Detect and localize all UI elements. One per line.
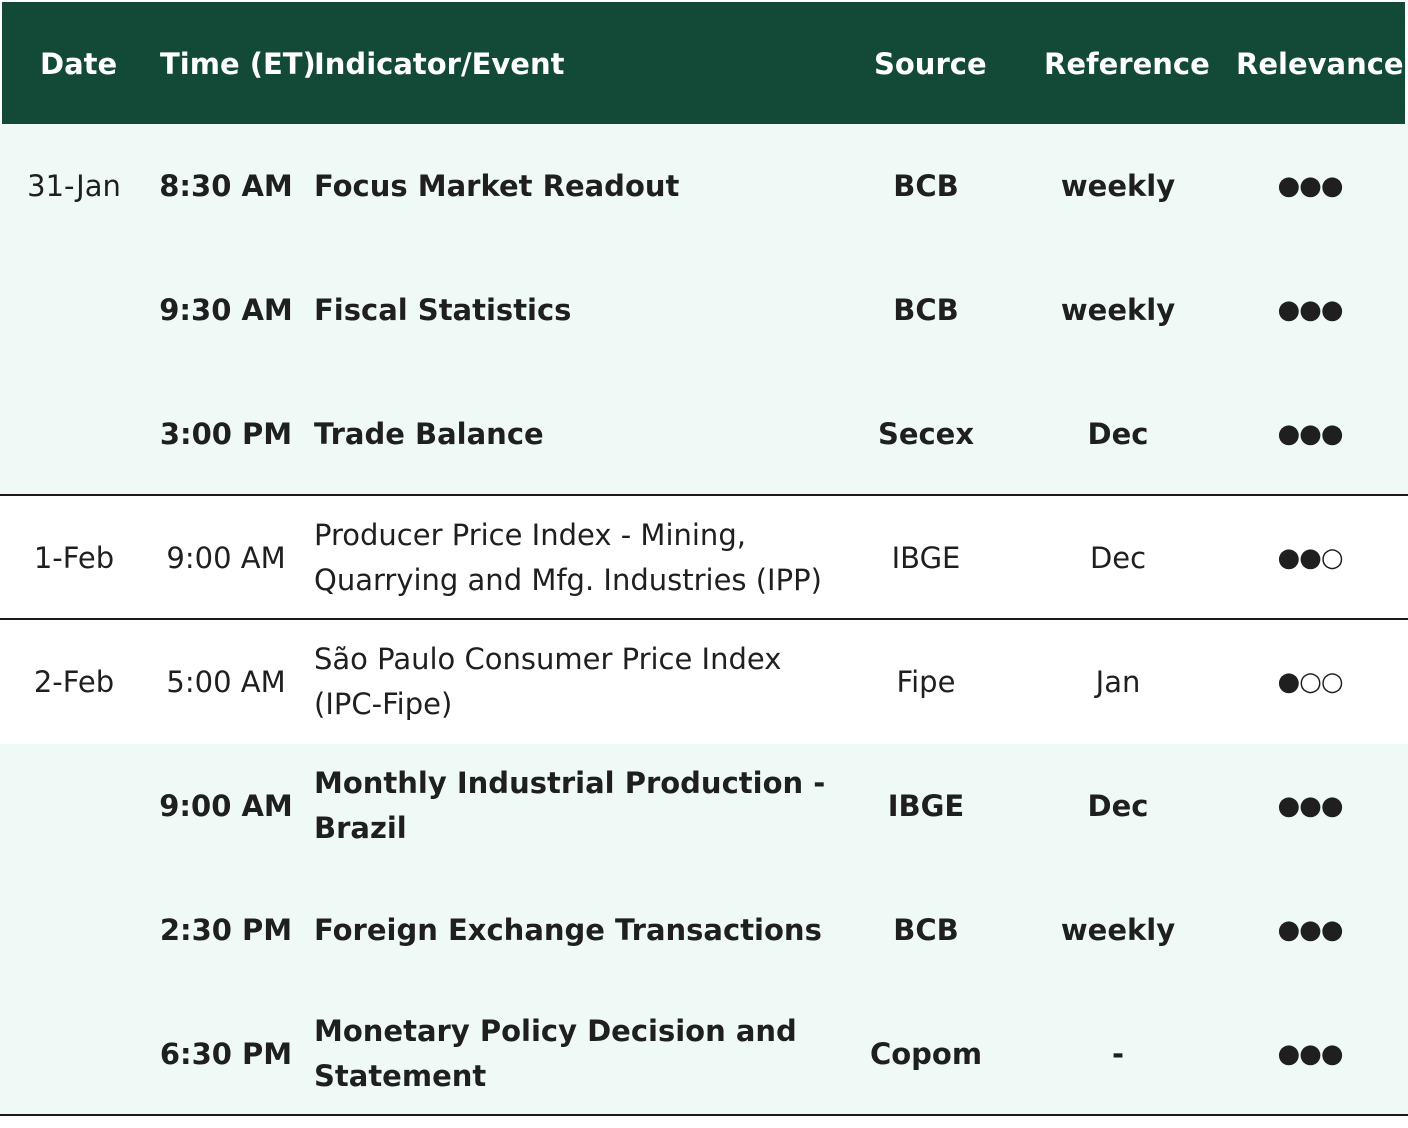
relevance-dots: ●●●	[1277, 1038, 1343, 1069]
row-indicator: Producer Price Index - Mining, Quarrying…	[314, 518, 822, 597]
row-date	[0, 372, 148, 496]
table-row: 31-Jan 8:30 AM Focus Market Readout BCB …	[0, 124, 1408, 248]
header-indicator: Indicator/Event	[314, 47, 565, 81]
row-reference: weekly	[1060, 912, 1176, 947]
relevance-dots: ●●○	[1277, 542, 1343, 573]
table-row: 2-Feb 5:00 AM São Paulo Consumer Price I…	[0, 620, 1408, 744]
row-source: Secex	[877, 416, 975, 451]
row-source: Fipe	[896, 664, 956, 699]
row-time: 2:30 PM	[159, 912, 293, 947]
row-indicator: Monetary Policy Decision and Statement	[314, 1014, 797, 1093]
relevance-dots: ●●●	[1277, 914, 1343, 945]
row-reference: Dec	[1087, 416, 1149, 451]
header-reference: Reference	[1044, 47, 1210, 81]
row-time: 3:00 PM	[159, 416, 293, 451]
row-reference: -	[1111, 1036, 1125, 1071]
row-date: 1-Feb	[33, 540, 115, 575]
header-relevance: Relevance	[1236, 47, 1404, 81]
row-indicator: Monthly Industrial Production - Brazil	[314, 766, 826, 845]
row-source: BCB	[893, 168, 959, 203]
row-date	[0, 868, 148, 992]
row-time: 9:00 AM	[159, 788, 293, 823]
row-date	[0, 992, 148, 1116]
table-row: 6:30 PM Monetary Policy Decision and Sta…	[0, 992, 1408, 1116]
row-reference: Dec	[1087, 788, 1149, 823]
row-divider	[0, 1114, 1408, 1116]
row-indicator: São Paulo Consumer Price Index (IPC-Fipe…	[314, 642, 782, 721]
table-row: 2:30 PM Foreign Exchange Transactions BC…	[0, 868, 1408, 992]
row-indicator: Foreign Exchange Transactions	[314, 912, 822, 947]
table-row: 3:00 PM Trade Balance Secex Dec ●●●	[0, 372, 1408, 496]
row-divider	[0, 618, 1408, 620]
row-indicator: Focus Market Readout	[314, 168, 680, 203]
row-time: 8:30 AM	[159, 168, 293, 203]
row-indicator: Fiscal Statistics	[314, 292, 572, 327]
row-reference: weekly	[1060, 168, 1176, 203]
row-divider	[0, 494, 1408, 496]
row-date	[0, 248, 148, 372]
relevance-dots: ●●●	[1277, 790, 1343, 821]
row-date: 31-Jan	[27, 168, 121, 203]
row-indicator: Trade Balance	[314, 416, 544, 451]
row-reference: Dec	[1089, 540, 1147, 575]
row-source: Copom	[869, 1036, 983, 1071]
row-source: IBGE	[887, 788, 965, 823]
header-date: Date	[40, 47, 118, 81]
table-row: 9:30 AM Fiscal Statistics BCB weekly ●●●	[0, 248, 1408, 372]
table-row: 1-Feb 9:00 AM Producer Price Index - Min…	[0, 496, 1408, 620]
row-date	[0, 744, 148, 868]
row-time: 9:30 AM	[159, 292, 293, 327]
relevance-dots: ●○○	[1277, 666, 1343, 697]
row-time: 5:00 AM	[166, 664, 286, 699]
relevance-dots: ●●●	[1277, 170, 1343, 201]
row-reference: weekly	[1060, 292, 1176, 327]
header-time: Time (ET)	[160, 47, 316, 81]
row-time: 9:00 AM	[166, 540, 286, 575]
table-header: Date Time (ET) Indicator/Event Source Re…	[2, 2, 1405, 124]
row-date: 2-Feb	[33, 664, 115, 699]
relevance-dots: ●●●	[1277, 418, 1343, 449]
row-time: 6:30 PM	[159, 1036, 293, 1071]
row-reference: Jan	[1095, 664, 1141, 699]
row-source: IBGE	[891, 540, 961, 575]
row-source: BCB	[893, 912, 959, 947]
table-row: 9:00 AM Monthly Industrial Production - …	[0, 744, 1408, 868]
relevance-dots: ●●●	[1277, 294, 1343, 325]
header-source: Source	[874, 47, 987, 81]
row-source: BCB	[893, 292, 959, 327]
